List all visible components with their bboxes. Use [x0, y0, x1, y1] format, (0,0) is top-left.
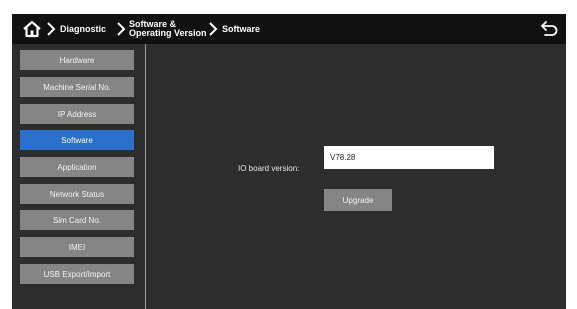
sidebar-item-software[interactable]: Software [20, 130, 134, 150]
upgrade-button-label: Upgrade [342, 195, 374, 205]
sidebar-item-machine-serial-no[interactable]: Machine Serial No. [20, 77, 134, 97]
sidebar-item-sim-card-no[interactable]: Sim Card No. [20, 210, 134, 230]
breadcrumb-software: Software [222, 23, 261, 34]
sidebar-item-label: Network Status [49, 189, 105, 199]
sidebar-item-ip-address[interactable]: IP Address [20, 104, 134, 124]
breadcrumb-software-operating-version[interactable]: Software & Operating Version [129, 14, 207, 44]
sidebar-item-label: USB Export/Import [43, 269, 111, 279]
chevron-right-icon [117, 22, 126, 36]
sidebar-item-network-status[interactable]: Network Status [20, 184, 134, 204]
sidebar-item-label: Sim Card No. [52, 215, 101, 225]
sidebar-item-label: Machine Serial No. [43, 82, 111, 92]
sidebar-item-hardware[interactable]: Hardware [20, 50, 134, 70]
back-arrow-icon[interactable] [540, 20, 558, 38]
io-board-version-label: IO board version: [238, 164, 300, 173]
upgrade-button[interactable]: Upgrade [324, 189, 392, 211]
breadcrumb-diagnostic[interactable]: Diagnostic [60, 14, 106, 44]
sidebar-item-label: Application [57, 162, 97, 172]
sidebar-divider [145, 44, 146, 309]
sidebar: Hardware Machine Serial No. IP Address S… [12, 44, 145, 309]
home-icon[interactable] [22, 19, 42, 39]
sidebar-item-label: Hardware [59, 55, 95, 65]
chevron-right-icon [209, 22, 218, 36]
sidebar-item-label: IP Address [57, 109, 97, 119]
sidebar-item-label: IMEI [68, 242, 86, 252]
sidebar-item-label: Software [61, 135, 93, 145]
sidebar-item-imei[interactable]: IMEI [20, 237, 134, 257]
screen: Diagnostic Software & Operating Version … [12, 14, 566, 309]
top-bar: Diagnostic Software & Operating Version … [12, 14, 566, 44]
breadcrumb-line-2: Operating Version [129, 28, 207, 38]
sidebar-item-usb-export-import[interactable]: USB Export/Import [20, 264, 134, 284]
chevron-right-icon [47, 22, 56, 36]
io-board-version-field[interactable] [324, 146, 494, 169]
sidebar-item-application[interactable]: Application [20, 157, 134, 177]
